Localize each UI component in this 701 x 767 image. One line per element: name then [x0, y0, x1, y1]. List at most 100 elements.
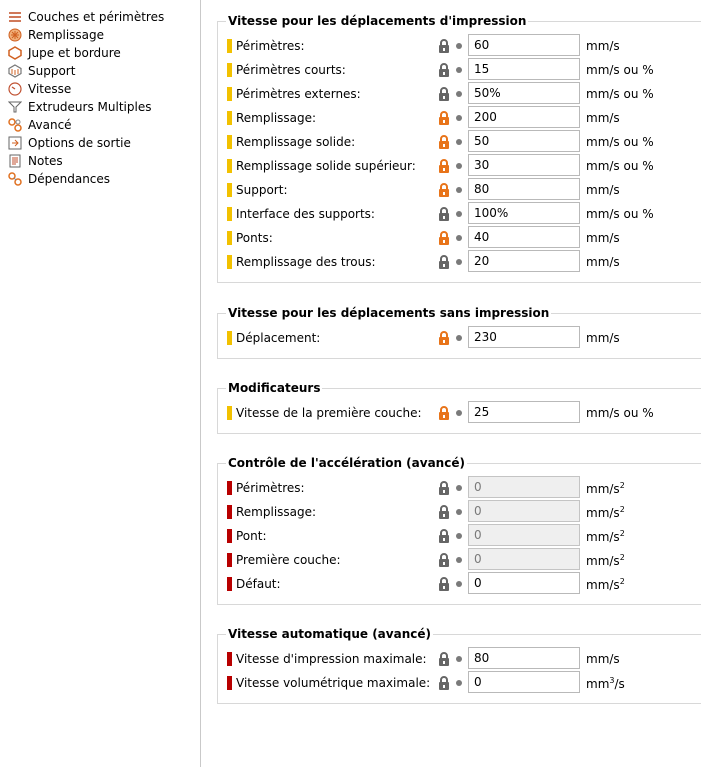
option-mode-marker: [227, 652, 232, 666]
setting-value-field[interactable]: [468, 548, 580, 570]
sidebar-item-label: Support: [28, 64, 76, 78]
reset-dot-icon[interactable]: [456, 410, 462, 416]
setting-row: Remplissage: mm/s: [218, 106, 701, 130]
setting-value-field[interactable]: [468, 154, 580, 176]
unit-label: mm/s: [586, 331, 620, 345]
reset-dot-icon[interactable]: [456, 91, 462, 97]
group-title: Vitesse pour les déplacements d'impressi…: [226, 14, 529, 28]
lock-icon[interactable]: [437, 675, 451, 691]
unit-label: mm/s ou %: [586, 63, 654, 77]
option-mode-marker: [227, 255, 232, 269]
setting-label: Périmètres courts:: [236, 63, 346, 77]
setting-value-field[interactable]: [468, 34, 580, 56]
reset-dot-icon[interactable]: [456, 43, 462, 49]
setting-label: Remplissage solide supérieur:: [236, 159, 416, 173]
option-mode-marker: [227, 553, 232, 567]
sidebar-item-label: Extrudeurs Multiples: [28, 100, 152, 114]
setting-row: Périmètres: mm/s2: [218, 476, 701, 500]
reset-dot-icon[interactable]: [456, 335, 462, 341]
setting-value-field[interactable]: [468, 671, 580, 693]
setting-label: Remplissage des trous:: [236, 255, 376, 269]
group-title: Vitesse pour les déplacements sans impre…: [226, 306, 552, 320]
setting-value-field[interactable]: [468, 326, 580, 348]
option-mode-marker: [227, 207, 232, 221]
setting-label: Vitesse d'impression maximale:: [236, 652, 427, 666]
notes-icon: [8, 154, 22, 168]
reset-dot-icon[interactable]: [456, 557, 462, 563]
lock-icon[interactable]: [437, 38, 451, 54]
lock-icon[interactable]: [437, 206, 451, 222]
reset-dot-icon[interactable]: [456, 115, 462, 121]
setting-value-field[interactable]: [468, 647, 580, 669]
setting-value-field[interactable]: [468, 524, 580, 546]
lock-icon[interactable]: [437, 651, 451, 667]
unlock-icon[interactable]: [437, 182, 451, 198]
unlock-icon[interactable]: [437, 405, 451, 421]
sidebar-item-remplissage[interactable]: Remplissage: [0, 26, 200, 44]
reset-dot-icon[interactable]: [456, 680, 462, 686]
lock-icon[interactable]: [437, 552, 451, 568]
lock-icon[interactable]: [437, 504, 451, 520]
reset-dot-icon[interactable]: [456, 259, 462, 265]
unlock-icon[interactable]: [437, 230, 451, 246]
setting-value-field[interactable]: [468, 202, 580, 224]
sidebar-item-support[interactable]: Support: [0, 62, 200, 80]
reset-dot-icon[interactable]: [456, 581, 462, 587]
setting-value-field[interactable]: [468, 106, 580, 128]
unlock-icon[interactable]: [437, 330, 451, 346]
lock-icon[interactable]: [437, 86, 451, 102]
sidebar-list: Couches et périmètres Remplissage Jupe et …: [0, 0, 200, 188]
reset-dot-icon[interactable]: [456, 211, 462, 217]
lock-icon[interactable]: [437, 576, 451, 592]
sidebar-item-jupe-et-bordure[interactable]: Jupe et bordure: [0, 44, 200, 62]
unlock-icon[interactable]: [437, 110, 451, 126]
unit-label: mm/s2: [586, 553, 625, 568]
reset-dot-icon[interactable]: [456, 163, 462, 169]
setting-row: Pont: mm/s2: [218, 524, 701, 548]
setting-value-field[interactable]: [468, 250, 580, 272]
setting-value-field[interactable]: [468, 130, 580, 152]
reset-dot-icon[interactable]: [456, 187, 462, 193]
group-title: Vitesse automatique (avancé): [226, 627, 433, 641]
option-mode-marker: [227, 63, 232, 77]
unlock-icon[interactable]: [437, 134, 451, 150]
reset-dot-icon[interactable]: [456, 656, 462, 662]
lock-icon[interactable]: [437, 254, 451, 270]
sidebar-item-dependances[interactable]: Dépendances: [0, 170, 200, 188]
setting-value-field[interactable]: [468, 178, 580, 200]
unlock-icon[interactable]: [437, 158, 451, 174]
sidebar-item-label: Couches et périmètres: [28, 10, 165, 24]
setting-value-field[interactable]: [468, 572, 580, 594]
unit-label: mm/s ou %: [586, 406, 654, 420]
sidebar-item-couches-et-perimetres[interactable]: Couches et périmètres: [0, 8, 200, 26]
speed-icon: [8, 82, 22, 96]
reset-dot-icon[interactable]: [456, 509, 462, 515]
lock-icon[interactable]: [437, 528, 451, 544]
setting-value-field[interactable]: [468, 82, 580, 104]
setting-label: Remplissage:: [236, 111, 317, 125]
group-title: Modificateurs: [226, 381, 323, 395]
lock-icon[interactable]: [437, 480, 451, 496]
sidebar-item-options-de-sortie[interactable]: Options de sortie: [0, 134, 200, 152]
reset-dot-icon[interactable]: [456, 533, 462, 539]
sidebar-item-vitesse[interactable]: Vitesse: [0, 80, 200, 98]
setting-value-field[interactable]: [468, 401, 580, 423]
setting-value-field[interactable]: [468, 226, 580, 248]
lock-icon[interactable]: [437, 62, 451, 78]
unit-label: mm/s2: [586, 505, 625, 520]
setting-value-field[interactable]: [468, 58, 580, 80]
sidebar-item-avance[interactable]: Avancé: [0, 116, 200, 134]
reset-dot-icon[interactable]: [456, 235, 462, 241]
reset-dot-icon[interactable]: [456, 67, 462, 73]
setting-label: Remplissage solide:: [236, 135, 356, 149]
group-modifiers: Modificateurs Vitesse de la première cou…: [217, 381, 701, 434]
setting-value-field[interactable]: [468, 476, 580, 498]
sidebar-item-notes[interactable]: Notes: [0, 152, 200, 170]
setting-value-field[interactable]: [468, 500, 580, 522]
sidebar-item-extrudeurs-multiples[interactable]: Extrudeurs Multiples: [0, 98, 200, 116]
unit-label: mm/s: [586, 255, 620, 269]
reset-dot-icon[interactable]: [456, 139, 462, 145]
reset-dot-icon[interactable]: [456, 485, 462, 491]
option-mode-marker: [227, 676, 232, 690]
setting-row: Déplacement: mm/s: [218, 326, 701, 350]
